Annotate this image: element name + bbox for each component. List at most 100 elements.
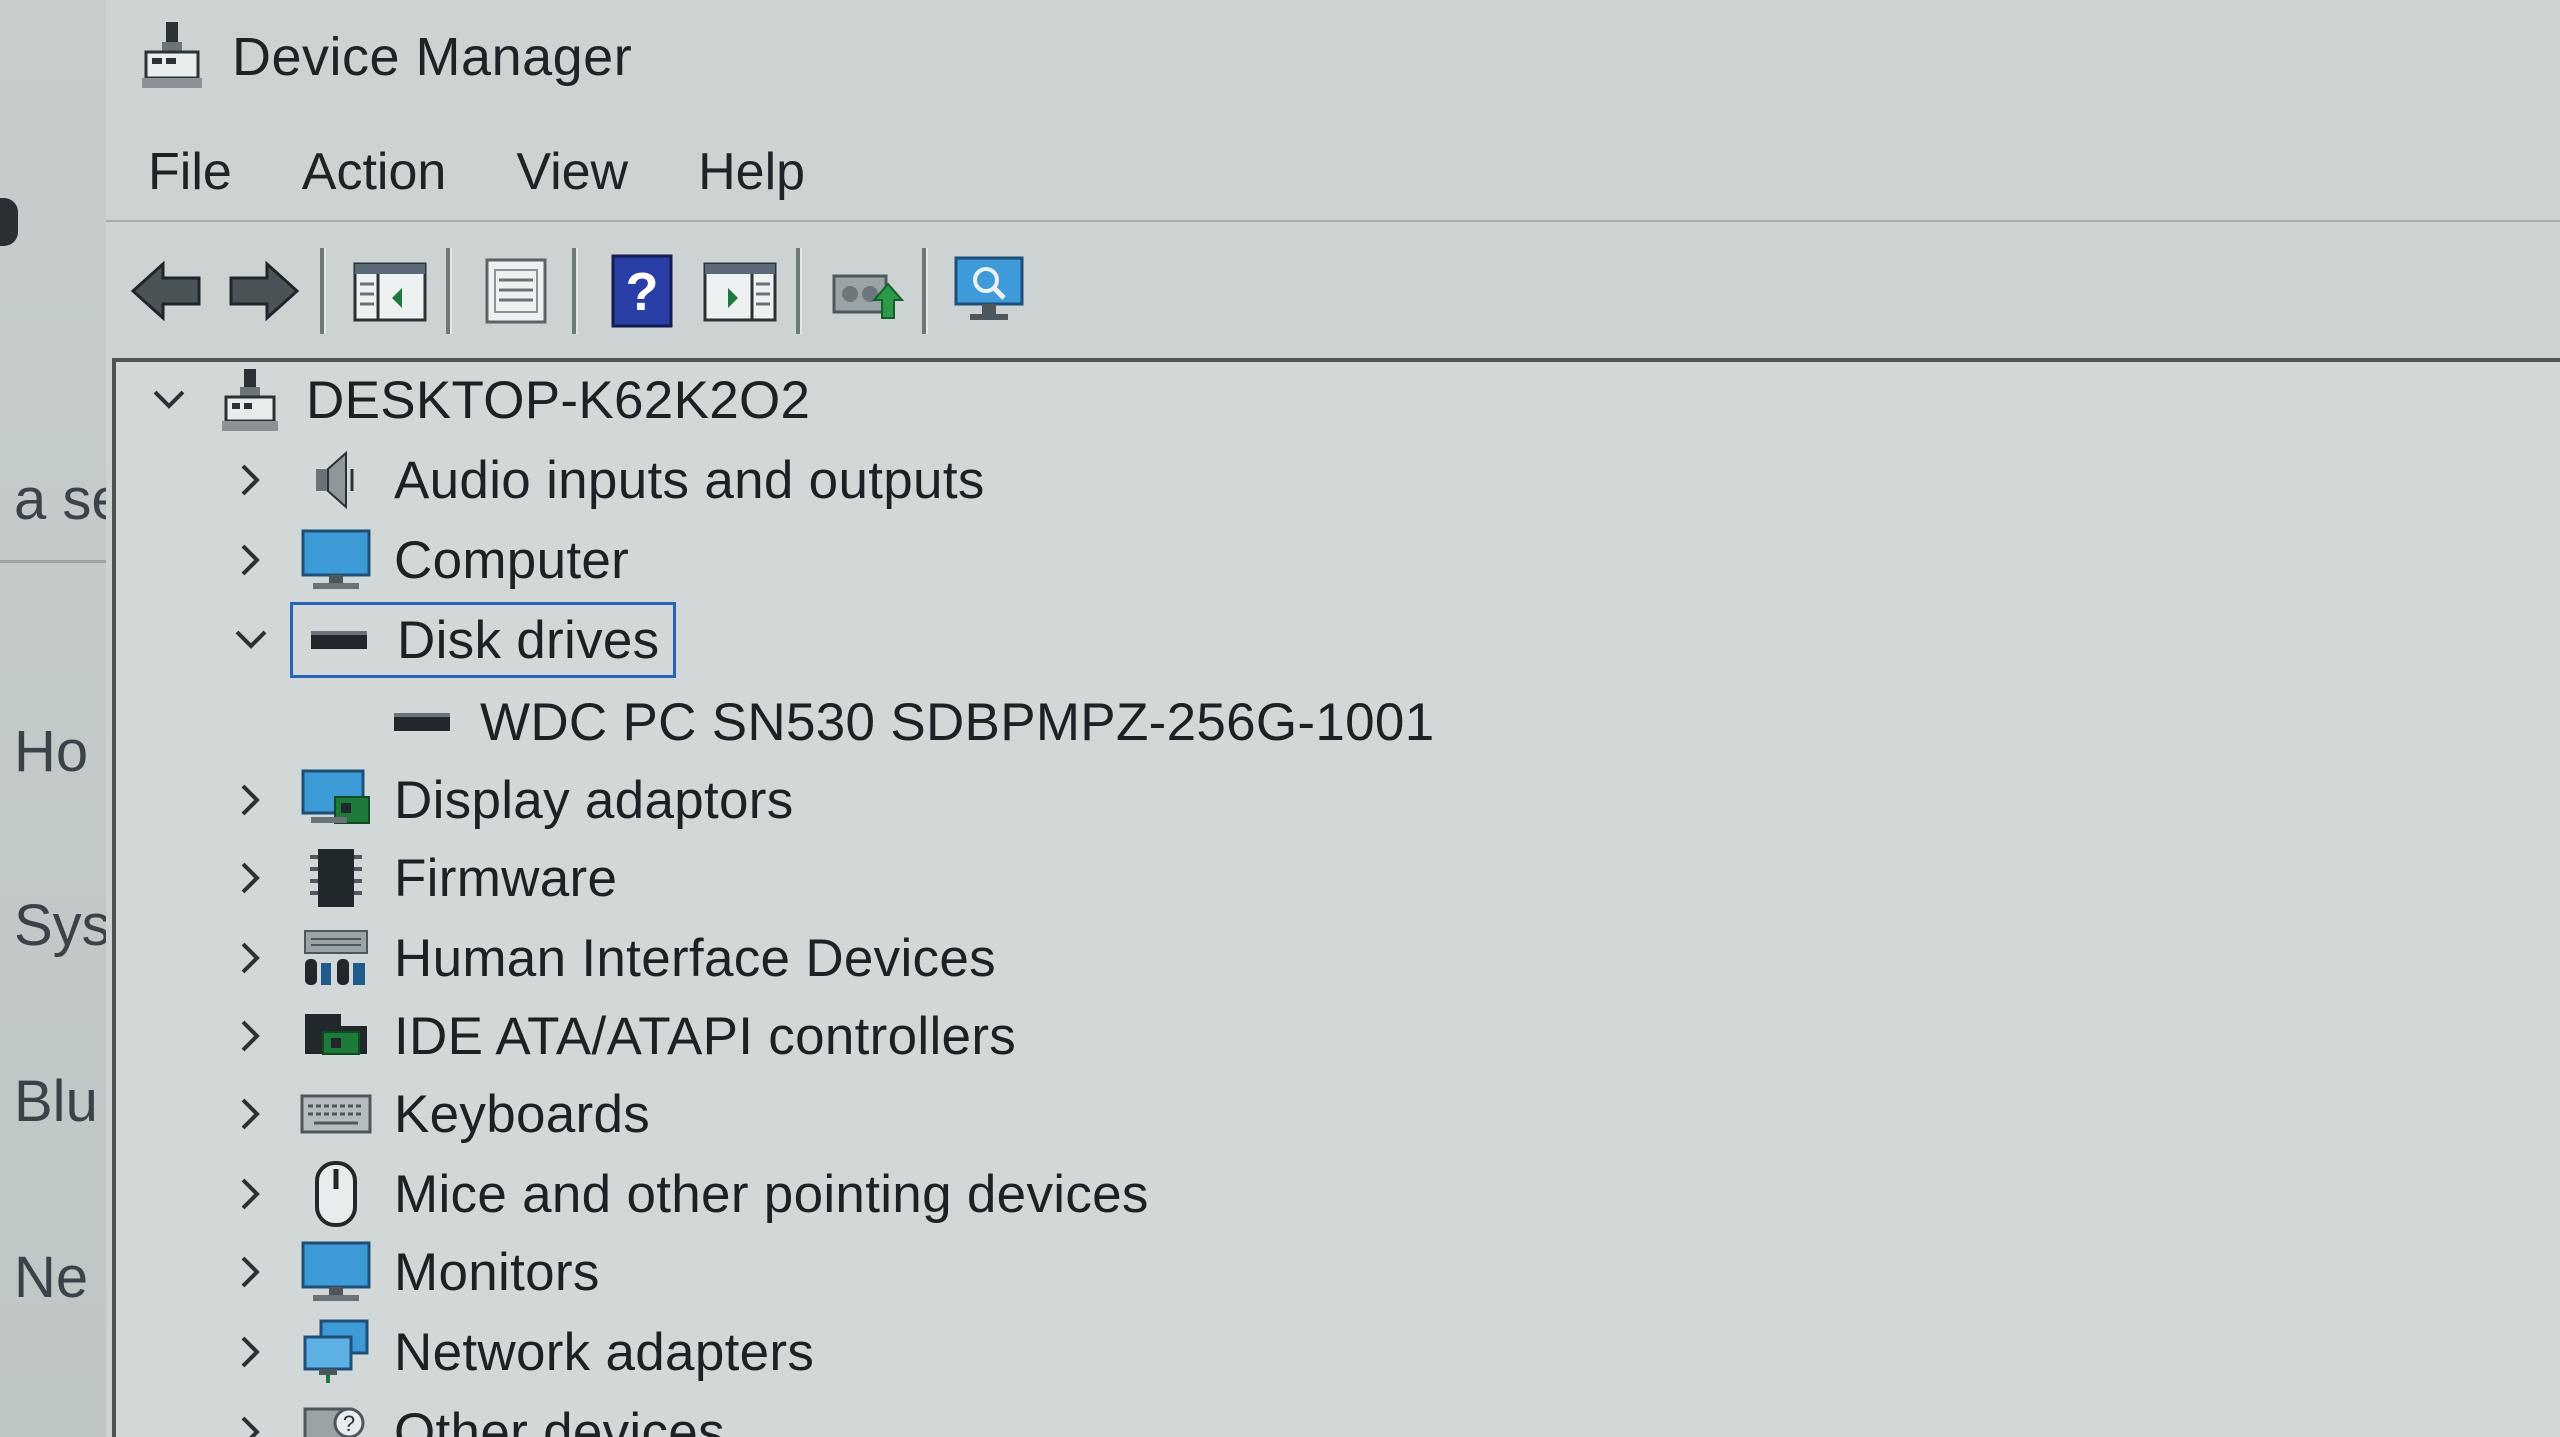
background-nav-item-system[interactable]: Sys xyxy=(14,892,106,959)
update-driver-button[interactable] xyxy=(822,247,910,335)
device-manager-window: Device Manager File Action View Help ? D… xyxy=(106,0,2560,1437)
tree-item-label: Monitors xyxy=(394,1242,600,1302)
chevron-right-icon[interactable] xyxy=(226,1169,276,1219)
selected-item-highlight: Disk drives xyxy=(290,602,677,678)
tree-item-monitors[interactable]: Monitors xyxy=(226,1234,600,1310)
scan-hardware-changes-button[interactable] xyxy=(948,247,1036,335)
background-search-text: a se xyxy=(14,467,106,532)
chevron-right-icon[interactable] xyxy=(226,535,276,585)
chevron-right-icon[interactable] xyxy=(226,455,276,505)
chevron-right-icon[interactable] xyxy=(226,1089,276,1139)
toolbar-separator xyxy=(922,248,926,334)
tree-item-other-devices[interactable]: ? Other devices xyxy=(226,1394,725,1437)
chevron-right-icon[interactable] xyxy=(226,1247,276,1297)
menu-bar: File Action View Help xyxy=(106,130,2560,214)
chevron-right-icon[interactable] xyxy=(226,1327,276,1377)
background-window: a se Ho Sys Blu Ne xyxy=(0,0,109,1437)
help-button[interactable]: ? xyxy=(598,247,686,335)
tree-item-display-adaptors[interactable]: Display adaptors xyxy=(226,762,794,838)
update-driver-icon xyxy=(832,274,904,319)
help-icon: ? xyxy=(611,254,673,328)
properties-button[interactable] xyxy=(472,247,560,335)
computer-root-icon xyxy=(214,367,286,433)
tree-root-label: DESKTOP-K62K2O2 xyxy=(306,370,811,430)
show-hide-console-tree-button[interactable] xyxy=(346,247,434,335)
forward-button[interactable] xyxy=(220,247,308,335)
menu-action[interactable]: Action xyxy=(302,142,447,202)
toolbar-separator xyxy=(796,248,800,334)
other-devices-icon: ? xyxy=(300,1399,372,1437)
title-bar: Device Manager xyxy=(106,0,2560,118)
tree-item-label: IDE ATA/ATAPI controllers xyxy=(394,1006,1017,1066)
network-adapter-icon xyxy=(300,1319,372,1385)
device-manager-app-icon xyxy=(142,22,202,88)
forward-arrow-icon xyxy=(229,260,300,322)
background-window-edge-marker xyxy=(0,198,18,246)
menu-file[interactable]: File xyxy=(148,142,232,202)
background-nav-item-network[interactable]: Ne xyxy=(14,1244,106,1311)
tree-item-firmware[interactable]: Firmware xyxy=(226,840,617,916)
show-action-pane-icon xyxy=(703,262,777,322)
menu-view[interactable]: View xyxy=(516,142,628,202)
tree-item-computer[interactable]: Computer xyxy=(226,522,629,598)
tree-item-disk-drives[interactable]: Disk drives xyxy=(226,602,677,678)
scan-hardware-changes-icon xyxy=(954,256,1024,320)
tree-item-mice[interactable]: Mice and other pointing devices xyxy=(226,1156,1149,1232)
tree-item-audio[interactable]: Audio inputs and outputs xyxy=(226,442,985,518)
mouse-icon xyxy=(300,1161,372,1227)
window-title: Device Manager xyxy=(232,27,633,87)
tree-item-label: Mice and other pointing devices xyxy=(394,1164,1149,1224)
chevron-right-icon[interactable] xyxy=(226,1407,276,1437)
toolbar: ? xyxy=(106,228,2560,354)
hid-icon xyxy=(300,925,372,991)
background-nav-item-bluetooth[interactable]: Blu xyxy=(14,1068,106,1135)
show-action-pane-button[interactable] xyxy=(696,247,784,335)
chevron-right-icon[interactable] xyxy=(226,775,276,825)
toolbar-separator xyxy=(446,248,450,334)
tree-item-label: Computer xyxy=(394,530,630,590)
chevron-down-icon[interactable] xyxy=(226,615,276,665)
svg-text:?: ? xyxy=(343,1411,355,1436)
tree-item-disk-device[interactable]: WDC PC SN530 SDBPMPZ-256G-1001 xyxy=(386,684,1435,760)
disk-drive-icon xyxy=(386,689,458,755)
toolbar-divider xyxy=(106,220,2560,222)
tree-item-label: Keyboards xyxy=(394,1084,651,1144)
tree-root-row[interactable]: DESKTOP-K62K2O2 xyxy=(144,362,810,438)
monitor-icon xyxy=(300,1239,372,1305)
properties-icon xyxy=(485,258,547,324)
screen: a se Ho Sys Blu Ne Device Manager File A… xyxy=(0,0,2560,1437)
toolbar-separator xyxy=(572,248,576,334)
tree-item-label: WDC PC SN530 SDBPMPZ-256G-1001 xyxy=(480,692,1435,752)
background-nav-item-home[interactable]: Ho xyxy=(14,718,106,785)
disk-drive-icon xyxy=(303,607,375,673)
computer-icon xyxy=(300,527,372,593)
device-tree: DESKTOP-K62K2O2 Audio inputs and outputs xyxy=(112,358,2560,1437)
tree-item-label: Disk drives xyxy=(397,610,660,670)
chevron-down-icon[interactable] xyxy=(144,375,194,425)
tree-item-label: Firmware xyxy=(394,848,618,908)
chevron-right-icon[interactable] xyxy=(226,933,276,983)
chevron-right-icon[interactable] xyxy=(226,853,276,903)
chevron-right-icon[interactable] xyxy=(226,1011,276,1061)
tree-item-label: Human Interface Devices xyxy=(394,928,996,988)
keyboard-icon xyxy=(300,1081,372,1147)
tree-item-human-interface-devices[interactable]: Human Interface Devices xyxy=(226,920,996,996)
tree-item-label: Other devices xyxy=(394,1402,725,1437)
tree-item-label: Network adapters xyxy=(394,1322,815,1382)
back-button[interactable] xyxy=(122,247,210,335)
toolbar-separator xyxy=(320,248,324,334)
background-divider xyxy=(0,560,106,563)
firmware-chip-icon xyxy=(300,845,372,911)
tree-item-network-adapters[interactable]: Network adapters xyxy=(226,1314,814,1390)
tree-item-ide-controllers[interactable]: IDE ATA/ATAPI controllers xyxy=(226,998,1016,1074)
speaker-icon xyxy=(300,447,372,513)
menu-help[interactable]: Help xyxy=(698,142,805,202)
display-adapter-icon xyxy=(300,767,372,833)
svg-text:?: ? xyxy=(626,262,659,322)
ide-controller-icon xyxy=(300,1003,372,1069)
show-hide-console-tree-icon xyxy=(353,262,427,322)
tree-item-label: Audio inputs and outputs xyxy=(394,450,985,510)
back-arrow-icon xyxy=(130,260,201,322)
tree-item-keyboards[interactable]: Keyboards xyxy=(226,1076,650,1152)
tree-item-label: Display adaptors xyxy=(394,770,794,830)
